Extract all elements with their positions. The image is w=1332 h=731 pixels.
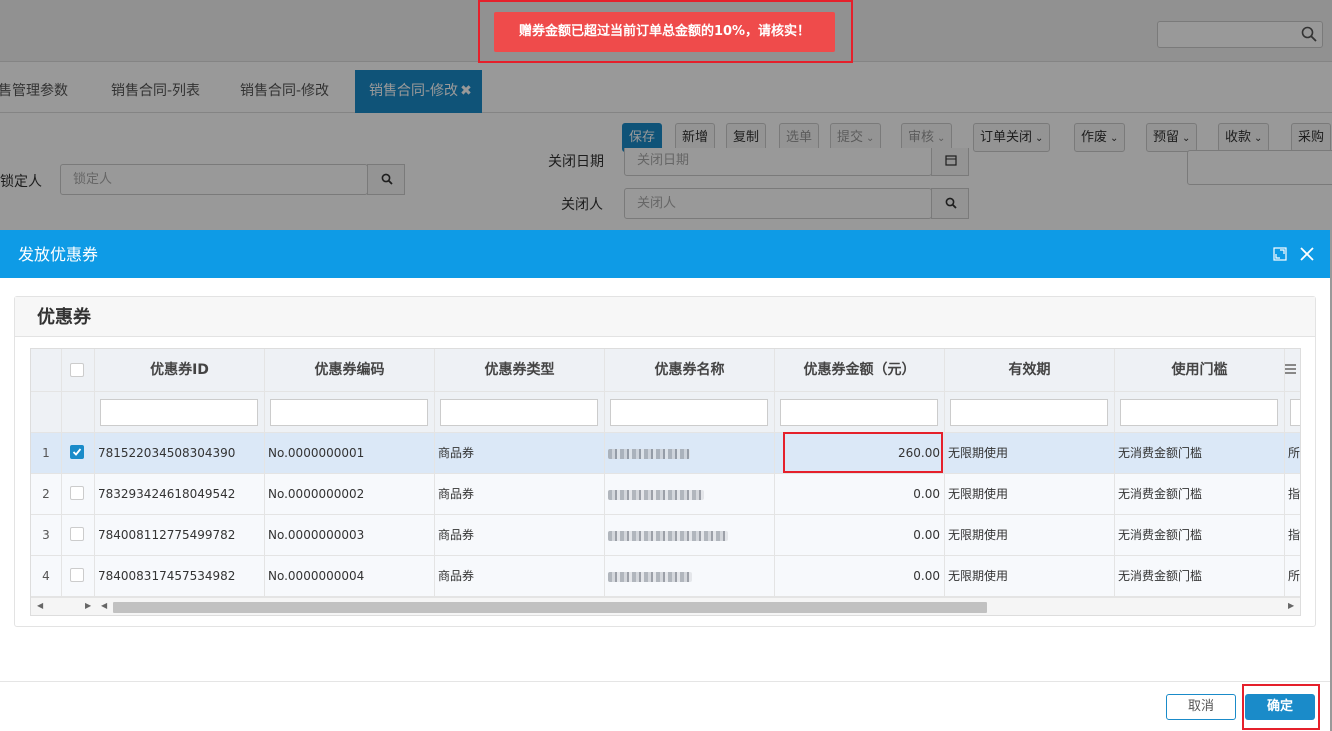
scroll-left-icon[interactable]: ◀	[37, 601, 43, 610]
cell-validity: 无限期使用	[945, 433, 1115, 474]
close-icon[interactable]	[1300, 247, 1314, 261]
maximize-icon[interactable]	[1273, 247, 1287, 261]
cell-type: 商品券	[435, 515, 605, 556]
confirm-highlight	[1242, 684, 1320, 730]
cell-name-blurred	[605, 474, 775, 515]
row-select-cell	[62, 515, 95, 556]
filter-amount-input[interactable]	[780, 399, 938, 426]
cell-name-blurred	[605, 433, 775, 474]
filter-cell	[1115, 392, 1285, 433]
filter-cell	[435, 392, 605, 433]
cell-amount: 0.00	[775, 474, 945, 515]
select-all-checkbox[interactable]	[70, 363, 84, 377]
col-header-code[interactable]: 优惠券编码	[265, 349, 435, 392]
coupon-modal: 发放优惠券 优惠券 优惠券ID 优惠券编码 优惠券类型 优惠券名称 优惠券金额（…	[0, 230, 1330, 731]
menu-icon[interactable]	[1285, 364, 1296, 374]
filter-type-input[interactable]	[440, 399, 598, 426]
rownum-header	[31, 349, 62, 392]
row-number: 4	[31, 556, 62, 597]
filter-cell	[775, 392, 945, 433]
cell-id: 783293424618049542	[95, 474, 265, 515]
horizontal-scrollbar[interactable]: ◀ ▶ ◀ ▶	[31, 597, 1300, 615]
cell-id: 781522034508304390	[95, 433, 265, 474]
row-number: 1	[31, 433, 62, 474]
cell-name-blurred	[605, 515, 775, 556]
filter-cell	[265, 392, 435, 433]
panel-title: 优惠券	[37, 307, 91, 328]
cell-extra: 所	[1285, 433, 1300, 474]
cell-extra: 指	[1285, 474, 1300, 515]
scroll-right-icon[interactable]: ▶	[85, 601, 91, 610]
cell-threshold: 无消费金额门槛	[1115, 515, 1285, 556]
cell-extra: 所	[1285, 556, 1300, 597]
amount-highlight	[783, 432, 943, 473]
row-checkbox[interactable]	[70, 527, 84, 541]
cell-extra: 指	[1285, 515, 1300, 556]
col-header-type[interactable]: 优惠券类型	[435, 349, 605, 392]
row-checkbox[interactable]	[70, 445, 84, 459]
cell-code: No.0000000004	[265, 556, 435, 597]
modal-header: 发放优惠券	[0, 230, 1330, 278]
blurred-text	[608, 572, 692, 582]
cell-code: No.0000000003	[265, 515, 435, 556]
row-select-cell	[62, 433, 95, 474]
modal-footer: 取消 确定	[0, 681, 1330, 731]
filter-cell	[605, 392, 775, 433]
cell-type: 商品券	[435, 474, 605, 515]
cell-code: No.0000000002	[265, 474, 435, 515]
check-icon	[72, 448, 82, 456]
cell-amount: 0.00	[775, 515, 945, 556]
filter-extra-input[interactable]	[1290, 399, 1300, 426]
row-checkbox[interactable]	[70, 568, 84, 582]
cell-threshold: 无消费金额门槛	[1115, 474, 1285, 515]
filter-threshold-input[interactable]	[1120, 399, 1278, 426]
row-select-cell	[62, 474, 95, 515]
filter-code-input[interactable]	[270, 399, 428, 426]
filter-name-input[interactable]	[610, 399, 768, 426]
column-menu[interactable]	[1285, 349, 1300, 392]
warning-toast: 赠券金额已超过当前订单总金额的10%，请核实！	[494, 12, 835, 52]
col-header-threshold[interactable]: 使用门槛	[1115, 349, 1285, 392]
filter-cell	[31, 392, 62, 433]
cancel-button[interactable]: 取消	[1166, 694, 1236, 720]
cell-validity: 无限期使用	[945, 474, 1115, 515]
filter-cell	[62, 392, 95, 433]
blurred-text	[608, 490, 704, 500]
select-all-header	[62, 349, 95, 392]
col-header-name[interactable]: 优惠券名称	[605, 349, 775, 392]
col-header-validity[interactable]: 有效期	[945, 349, 1115, 392]
row-select-cell	[62, 556, 95, 597]
row-number: 3	[31, 515, 62, 556]
filter-id-input[interactable]	[100, 399, 258, 426]
blurred-text	[608, 449, 690, 459]
cell-amount: 0.00	[775, 556, 945, 597]
filter-validity-input[interactable]	[950, 399, 1108, 426]
modal-title: 发放优惠券	[18, 245, 99, 264]
cell-type: 商品券	[435, 556, 605, 597]
cell-threshold: 无消费金额门槛	[1115, 556, 1285, 597]
cell-id: 784008112775499782	[95, 515, 265, 556]
filter-cell	[95, 392, 265, 433]
panel-header: 优惠券	[15, 297, 1315, 337]
scroll-left-icon[interactable]: ◀	[101, 601, 107, 610]
cell-threshold: 无消费金额门槛	[1115, 433, 1285, 474]
blurred-text	[608, 531, 728, 541]
cell-validity: 无限期使用	[945, 556, 1115, 597]
cell-name-blurred	[605, 556, 775, 597]
col-header-id[interactable]: 优惠券ID	[95, 349, 265, 392]
cell-type: 商品券	[435, 433, 605, 474]
col-header-amount[interactable]: 优惠券金额（元）	[775, 349, 945, 392]
scrollbar-thumb[interactable]	[113, 602, 987, 613]
cell-code: No.0000000001	[265, 433, 435, 474]
coupon-grid: 优惠券ID 优惠券编码 优惠券类型 优惠券名称 优惠券金额（元） 有效期 使用门…	[30, 348, 1301, 616]
cell-validity: 无限期使用	[945, 515, 1115, 556]
filter-cell	[1285, 392, 1300, 433]
scroll-right-icon[interactable]: ▶	[1288, 601, 1294, 610]
coupon-panel: 优惠券 优惠券ID 优惠券编码 优惠券类型 优惠券名称 优惠券金额（元） 有效期…	[14, 296, 1316, 627]
filter-cell	[945, 392, 1115, 433]
row-checkbox[interactable]	[70, 486, 84, 500]
row-number: 2	[31, 474, 62, 515]
cell-id: 784008317457534982	[95, 556, 265, 597]
